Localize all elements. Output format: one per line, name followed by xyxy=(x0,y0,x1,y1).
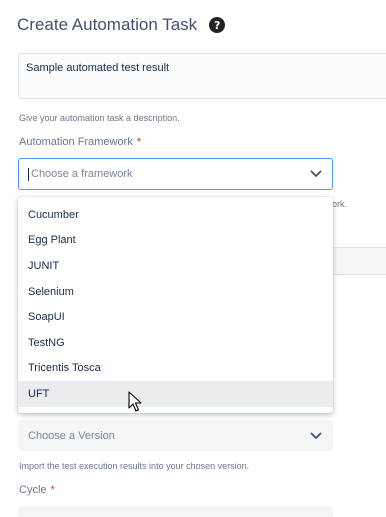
option-soapui[interactable]: SoapUI xyxy=(18,304,333,330)
option-selenium[interactable]: Selenium xyxy=(18,279,333,305)
description-input[interactable]: Sample automated test result xyxy=(18,53,386,99)
chevron-down-icon[interactable] xyxy=(309,429,323,443)
framework-label-text: Automation Framework xyxy=(19,136,133,148)
option-uft[interactable]: UFT xyxy=(18,381,333,407)
required-mark: * xyxy=(136,136,141,148)
option-testng[interactable]: TestNG xyxy=(18,330,333,356)
framework-select[interactable]: Choose a framework xyxy=(18,158,333,190)
option-tricentis-tosca[interactable]: Tricentis Tosca xyxy=(18,356,333,382)
version-hint: Import the test execution results into y… xyxy=(19,461,250,471)
version-select[interactable]: Choose a Version xyxy=(18,420,333,451)
framework-hint: ork. xyxy=(332,199,348,209)
framework-label: Automation Framework * xyxy=(19,136,141,148)
framework-dropdown-menu: Cucumber Egg Plant JUNIT Selenium SoapUI… xyxy=(18,197,333,413)
help-icon[interactable]: ? xyxy=(209,17,226,33)
cycle-label: Cycle * xyxy=(19,484,55,496)
chevron-down-icon[interactable] xyxy=(309,167,323,181)
framework-placeholder: Choose a framework xyxy=(31,168,133,180)
description-hint: Give your automation task a description. xyxy=(19,113,180,123)
cycle-select[interactable] xyxy=(18,506,333,517)
option-junit[interactable]: JUNIT xyxy=(18,253,333,279)
option-cucumber[interactable]: Cucumber xyxy=(18,202,333,228)
required-mark: * xyxy=(50,484,55,496)
text-caret xyxy=(28,167,29,181)
page-header: Create Automation Task ? xyxy=(17,13,226,37)
obscured-field xyxy=(332,247,386,275)
page-title: Create Automation Task xyxy=(17,15,198,34)
version-placeholder: Choose a Version xyxy=(28,429,115,442)
cycle-label-text: Cycle xyxy=(19,484,47,496)
option-egg-plant[interactable]: Egg Plant xyxy=(18,228,333,254)
